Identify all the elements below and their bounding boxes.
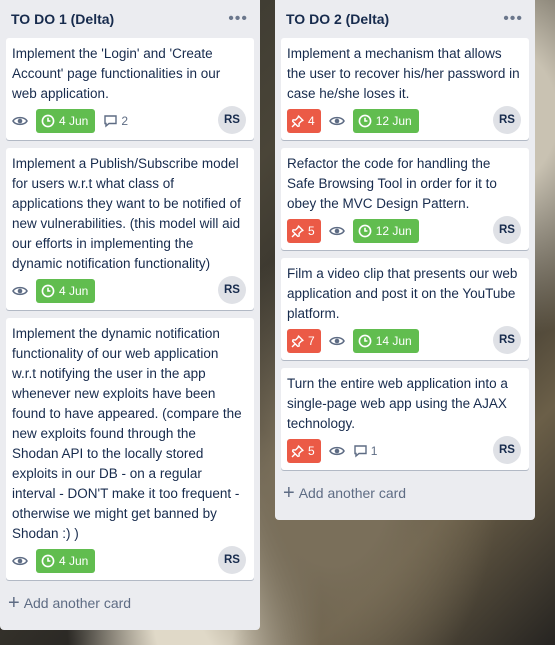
plus-icon: + [8, 592, 20, 614]
card[interactable]: Implement the dynamic notification funct… [6, 318, 254, 580]
card-badges: 5 1 [287, 438, 521, 464]
card-badges: 4 Jun [12, 548, 246, 574]
card[interactable]: Turn the entire web application into a s… [281, 368, 529, 470]
clock-icon [358, 114, 372, 128]
due-date-badge[interactable]: 12 Jun [352, 109, 419, 133]
pin-icon [291, 224, 304, 237]
card[interactable]: Refactor the code for handling the Safe … [281, 148, 529, 250]
card[interactable]: Implement a Publish/Subscribe model for … [6, 148, 254, 310]
due-date-text: 12 Jun [375, 114, 412, 128]
card-title: Implement the dynamic notification funct… [12, 326, 242, 541]
eye-icon [328, 223, 345, 239]
eye-icon [328, 333, 345, 349]
card[interactable]: Implement the 'Login' and 'Create Accoun… [6, 38, 254, 140]
votes-badge[interactable]: 7 [287, 329, 321, 353]
clock-icon [358, 224, 372, 238]
avatar[interactable]: RS [493, 326, 521, 354]
votes-badge[interactable]: 5 [287, 219, 321, 243]
list-todo-1: TO DO 1 (Delta) ••• Implement the 'Login… [0, 0, 260, 630]
due-date-badge[interactable]: 14 Jun [352, 329, 419, 353]
votes-count: 5 [308, 224, 315, 238]
eye-icon [12, 283, 28, 299]
card-title: Implement a Publish/Subscribe model for … [12, 156, 241, 271]
card-badges: 4 Jun [12, 278, 246, 304]
due-date-badge[interactable]: 4 Jun [36, 549, 96, 573]
clock-icon [358, 334, 372, 348]
card[interactable]: Film a video clip that presents our web … [281, 258, 529, 360]
due-date-text: 12 Jun [375, 224, 412, 238]
add-card-label: Add another card [298, 485, 407, 501]
add-card-label: Add another card [23, 595, 132, 611]
comment-icon [104, 115, 118, 128]
list-menu-button[interactable]: ••• [228, 11, 248, 27]
votes-badge[interactable]: 5 [287, 439, 321, 463]
avatar[interactable]: RS [218, 546, 246, 574]
add-card-button[interactable]: + Add another card [6, 588, 254, 618]
card-badges: 4 Jun 2 [12, 108, 246, 134]
card-title: Turn the entire web application into a s… [287, 376, 508, 431]
eye-icon [328, 443, 345, 459]
votes-badge[interactable]: 4 [287, 109, 321, 133]
list-title[interactable]: TO DO 1 (Delta) [11, 11, 114, 27]
eye-icon [12, 553, 28, 569]
due-date-badge[interactable]: 12 Jun [352, 219, 419, 243]
card-badges: 4 12 Jun [287, 108, 521, 134]
card-title: Implement the 'Login' and 'Create Accoun… [12, 46, 221, 101]
avatar[interactable]: RS [493, 436, 521, 464]
card-badges: 5 12 Jun [287, 218, 521, 244]
due-date-text: 14 Jun [375, 334, 412, 348]
list-title[interactable]: TO DO 2 (Delta) [286, 11, 389, 27]
list-menu-button[interactable]: ••• [503, 11, 523, 27]
clock-icon [41, 554, 55, 568]
comments-badge: 2 [103, 114, 128, 128]
card[interactable]: Implement a mechanism that allows the us… [281, 38, 529, 140]
card-badges: 7 14 Jun [287, 328, 521, 354]
due-date-text: 4 Jun [59, 114, 89, 128]
eye-icon [328, 113, 345, 129]
avatar[interactable]: RS [218, 276, 246, 304]
card-title: Refactor the code for handling the Safe … [287, 156, 497, 211]
avatar[interactable]: RS [218, 106, 246, 134]
pin-icon [291, 334, 304, 347]
comments-count: 2 [121, 114, 129, 128]
clock-icon [41, 284, 55, 298]
avatar[interactable]: RS [493, 216, 521, 244]
due-date-text: 4 Jun [59, 284, 89, 298]
votes-count: 5 [308, 444, 315, 458]
list-header: TO DO 1 (Delta) ••• [6, 0, 254, 38]
pin-icon [291, 444, 304, 457]
eye-icon [12, 113, 28, 129]
card-title: Film a video clip that presents our web … [287, 266, 518, 321]
due-date-badge[interactable]: 4 Jun [36, 279, 96, 303]
pin-icon [291, 114, 304, 127]
comment-icon [353, 445, 367, 458]
votes-count: 4 [308, 114, 315, 128]
clock-icon [41, 114, 55, 128]
votes-count: 7 [308, 334, 315, 348]
avatar[interactable]: RS [493, 106, 521, 134]
comments-badge: 1 [353, 444, 378, 458]
add-card-button[interactable]: + Add another card [281, 478, 529, 508]
due-date-text: 4 Jun [59, 554, 89, 568]
due-date-badge[interactable]: 4 Jun [36, 109, 96, 133]
comments-count: 1 [370, 444, 378, 458]
list-todo-2: TO DO 2 (Delta) ••• Implement a mechanis… [275, 0, 535, 520]
plus-icon: + [283, 482, 295, 504]
list-header: TO DO 2 (Delta) ••• [281, 0, 529, 38]
card-title: Implement a mechanism that allows the us… [287, 46, 520, 101]
